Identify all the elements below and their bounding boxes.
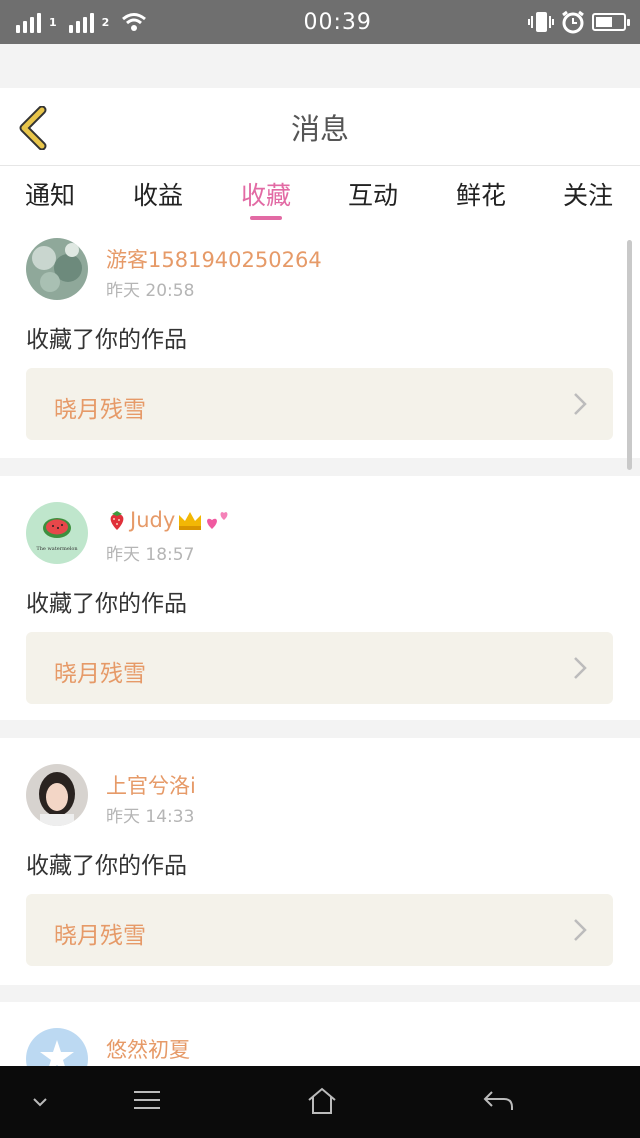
strawberry-icon — [110, 511, 124, 530]
vibrate-icon — [528, 12, 554, 32]
username[interactable]: 悠然初夏 — [106, 1034, 190, 1064]
sim1-label: 1 — [49, 15, 57, 29]
timestamp: 昨天 18:57 — [106, 545, 195, 565]
work-title: 晓月残雪 — [54, 923, 146, 949]
avatar[interactable] — [26, 238, 88, 300]
status-right — [528, 10, 630, 34]
avatar-caption: The watermelon — [36, 546, 78, 552]
status-bar: 1 2 00:39 — [0, 0, 640, 44]
clock: 00:39 — [303, 9, 372, 35]
chevron-right-icon — [574, 657, 587, 679]
message-card: 悠然初夏 — [0, 1002, 640, 1066]
crown-icon — [179, 512, 202, 530]
tab-bar: 通知 收益 收藏 互动 鲜花 关注 — [0, 166, 640, 228]
tab-flowers[interactable]: 鲜花 — [441, 176, 521, 226]
avatar[interactable] — [26, 764, 88, 826]
tab-favorites[interactable]: 收藏 — [226, 176, 306, 226]
sim2-label: 2 — [101, 15, 110, 29]
hearts-icon — [207, 512, 228, 529]
battery-icon — [592, 13, 630, 31]
system-navbar — [0, 1066, 640, 1138]
signal-icon — [16, 11, 41, 33]
action-text: 收藏了你的作品 — [26, 591, 187, 617]
chevron-right-icon — [574, 393, 587, 415]
home-icon[interactable] — [306, 1086, 338, 1116]
chevron-right-icon — [574, 919, 587, 941]
tab-notifications[interactable]: 通知 — [10, 176, 90, 226]
back-button[interactable] — [14, 105, 54, 151]
username[interactable]: 上官兮洛i — [106, 770, 196, 800]
work-link[interactable]: 晓月残雪 — [26, 368, 613, 440]
timestamp: 昨天 14:33 — [106, 807, 195, 827]
message-card: 上官兮洛i 昨天 14:33 收藏了你的作品 晓月残雪 — [0, 738, 640, 985]
chevron-left-icon — [19, 105, 47, 151]
message-card: 游客1581940250264 昨天 20:58 收藏了你的作品 晓月残雪 — [0, 228, 640, 458]
signal-icon — [68, 11, 94, 33]
tab-follows[interactable]: 关注 — [548, 176, 628, 226]
header-gap — [0, 44, 640, 88]
status-left: 1 2 — [16, 11, 147, 33]
timestamp: 昨天 20:58 — [106, 281, 195, 301]
message-card: The watermelon Judy 昨天 18:57 收藏了你的作品 晓月残… — [0, 476, 640, 720]
action-text: 收藏了你的作品 — [26, 853, 187, 879]
avatar[interactable]: The watermelon — [26, 502, 88, 564]
work-title: 晓月残雪 — [54, 397, 146, 423]
work-title: 晓月残雪 — [54, 661, 146, 687]
message-feed[interactable]: 游客1581940250264 昨天 20:58 收藏了你的作品 晓月残雪 Th… — [0, 228, 640, 1066]
page-title: 消息 — [290, 111, 349, 146]
avatar[interactable] — [26, 1028, 88, 1066]
action-text: 收藏了你的作品 — [26, 327, 187, 353]
username[interactable]: 游客1581940250264 — [106, 244, 322, 274]
app-header: 消息 — [0, 88, 640, 166]
tab-earnings[interactable]: 收益 — [118, 176, 198, 226]
username: Judy — [130, 508, 176, 532]
work-link[interactable]: 晓月残雪 — [26, 632, 613, 704]
wifi-icon — [122, 13, 147, 31]
menu-icon[interactable] — [132, 1088, 162, 1112]
chevron-down-icon[interactable] — [32, 1096, 48, 1108]
work-link[interactable]: 晓月残雪 — [26, 894, 613, 966]
alarm-icon — [562, 10, 584, 34]
scrollbar[interactable] — [627, 240, 632, 470]
tab-interactions[interactable]: 互动 — [333, 176, 413, 226]
username-row[interactable]: Judy — [106, 508, 231, 532]
back-arrow-icon[interactable] — [482, 1088, 514, 1114]
